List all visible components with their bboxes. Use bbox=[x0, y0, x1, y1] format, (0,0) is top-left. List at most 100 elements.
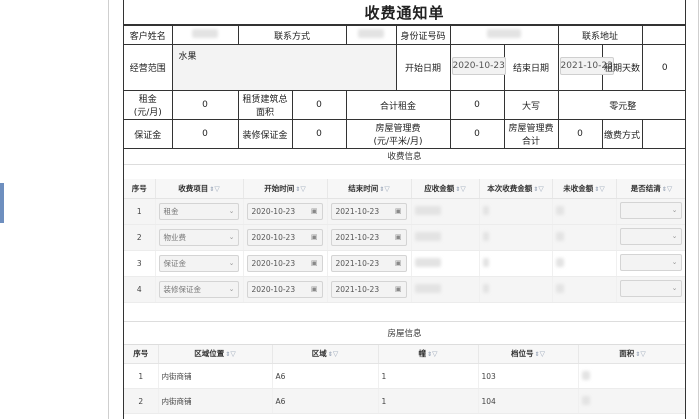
contact-value[interactable] bbox=[345, 25, 397, 45]
end-date-cell: 2021-10-23 bbox=[557, 44, 614, 91]
house-col-header[interactable]: 区域⇕▽ bbox=[272, 344, 379, 364]
id-number-label: 身份证号码 bbox=[395, 25, 451, 45]
filter-icon[interactable]: ▽ bbox=[667, 185, 672, 193]
current-amount[interactable] bbox=[479, 276, 553, 303]
current-amount[interactable] bbox=[479, 250, 553, 277]
table-row[interactable]: 3 保证金 ⌄ 2020-10-23 ▣ 2021-10-23 ▣ ⌄ bbox=[124, 250, 685, 277]
start-time-input[interactable]: 2020-10-23 ▣ bbox=[246, 202, 323, 220]
row-number: 2 bbox=[124, 224, 156, 251]
filter-icon[interactable]: ▽ bbox=[300, 185, 305, 193]
area-cell: A6 bbox=[272, 388, 379, 414]
fee-col-header[interactable]: 应收金额⇕▽ bbox=[411, 179, 480, 199]
calendar-icon: ▣ bbox=[310, 284, 318, 293]
customer-name-value[interactable] bbox=[171, 25, 239, 45]
stall-cell: 103 bbox=[478, 363, 579, 389]
fee-col-header[interactable]: 收费项目⇕▽ bbox=[155, 179, 244, 199]
settled-select[interactable]: ⌄ bbox=[619, 227, 682, 245]
unpaid-amount bbox=[552, 250, 617, 277]
left-panel-edge bbox=[0, 183, 4, 223]
fee-table-header: 序号 收费项目⇕▽ 开始时间⇕▽ 结束时间⇕▽ 应收金额⇕▽ 本次收费金额⇕▽ … bbox=[124, 179, 685, 199]
house-table: 序号 区域位置⇕▽ 区域⇕▽ 幢⇕▽ 档位号⇕▽ 面积⇕▽ 1 内街商铺 A6 … bbox=[124, 344, 685, 414]
calendar-icon: ▣ bbox=[394, 232, 402, 241]
fee-col-header[interactable]: 序号 bbox=[124, 179, 156, 199]
house-col-header[interactable]: 档位号⇕▽ bbox=[478, 344, 579, 364]
payment-label: 缴费方式 bbox=[601, 119, 643, 149]
area-value: 0 bbox=[291, 90, 347, 120]
chevron-down-icon: ⌄ bbox=[228, 284, 235, 293]
end-time-input[interactable]: 2021-10-23 ▣ bbox=[330, 228, 407, 246]
filter-icon[interactable]: ▽ bbox=[640, 350, 645, 358]
table-row[interactable]: 2 内街商铺 A6 1 104 bbox=[124, 388, 685, 414]
fee-item-select[interactable]: 物业费 ⌄ bbox=[158, 228, 239, 246]
receivable-amount bbox=[411, 276, 480, 303]
current-amount[interactable] bbox=[479, 224, 553, 251]
rent-label: 租金 (元/月) bbox=[124, 90, 173, 120]
table-row[interactable]: 2 物业费 ⌄ 2020-10-23 ▣ 2021-10-23 ▣ ⌄ bbox=[124, 224, 685, 251]
fee-col-header[interactable]: 是否结清⇕▽ bbox=[616, 179, 685, 199]
contact-label: 联系方式 bbox=[237, 25, 347, 45]
end-time-input[interactable]: 2021-10-23 ▣ bbox=[330, 202, 407, 220]
chevron-down-icon: ⌄ bbox=[671, 205, 678, 214]
row-number: 1 bbox=[124, 363, 159, 389]
scope-label: 经营范围 bbox=[124, 44, 173, 91]
house-col-header[interactable]: 序号 bbox=[124, 344, 159, 364]
filter-icon[interactable]: ▽ bbox=[384, 185, 389, 193]
receivable-amount bbox=[411, 250, 480, 277]
house-col-header[interactable]: 幢⇕▽ bbox=[378, 344, 479, 364]
building-cell: 1 bbox=[378, 388, 479, 414]
building-cell: 1 bbox=[378, 363, 479, 389]
address-value[interactable] bbox=[641, 25, 685, 45]
total-rent-label: 合计租金 bbox=[345, 90, 451, 120]
table-row[interactable]: 1 内街商铺 A6 1 103 bbox=[124, 363, 685, 389]
chevron-down-icon: ⌄ bbox=[671, 283, 678, 292]
current-amount[interactable] bbox=[479, 198, 553, 225]
end-time-input[interactable]: 2021-10-23 ▣ bbox=[330, 280, 407, 298]
fee-item-select[interactable]: 装修保证金 ⌄ bbox=[158, 280, 239, 298]
id-number-value[interactable] bbox=[449, 25, 559, 45]
fee-col-header[interactable]: 开始时间⇕▽ bbox=[243, 179, 328, 199]
row-number: 2 bbox=[124, 388, 159, 414]
chevron-down-icon: ⌄ bbox=[228, 206, 235, 215]
lease-days-value: 0 bbox=[641, 44, 685, 91]
settled-select[interactable]: ⌄ bbox=[619, 201, 682, 219]
filter-icon[interactable]: ▽ bbox=[432, 350, 437, 358]
house-table-header: 序号 区域位置⇕▽ 区域⇕▽ 幢⇕▽ 档位号⇕▽ 面积⇕▽ bbox=[124, 344, 685, 364]
start-date-input[interactable]: 2020-10-23 bbox=[451, 57, 506, 75]
fee-col-header[interactable]: 本次收费金额⇕▽ bbox=[479, 179, 553, 199]
filter-icon[interactable]: ▽ bbox=[230, 350, 235, 358]
settled-select[interactable]: ⌄ bbox=[619, 253, 682, 271]
start-date-label: 开始日期 bbox=[395, 44, 451, 91]
filter-icon[interactable]: ▽ bbox=[538, 185, 543, 193]
filter-icon[interactable]: ▽ bbox=[460, 185, 465, 193]
mgmt-fee-label: 房屋管理费 (元/平米/月) bbox=[345, 119, 451, 149]
scope-value[interactable]: 水果 bbox=[171, 44, 397, 91]
total-rent-value: 0 bbox=[449, 90, 505, 120]
house-col-header[interactable]: 面积⇕▽ bbox=[578, 344, 685, 364]
settled-select[interactable]: ⌄ bbox=[619, 279, 682, 297]
fee-item-select[interactable]: 租金 ⌄ bbox=[158, 202, 239, 220]
fee-item-select[interactable]: 保证金 ⌄ bbox=[158, 254, 239, 272]
reno-deposit-label: 装修保证金 bbox=[237, 119, 293, 149]
fee-col-header[interactable]: 结束时间⇕▽ bbox=[327, 179, 412, 199]
stall-cell: 104 bbox=[478, 388, 579, 414]
start-time-input[interactable]: 2020-10-23 ▣ bbox=[246, 280, 323, 298]
lease-days-label: 租期天数 bbox=[601, 44, 643, 91]
filter-icon[interactable]: ▽ bbox=[599, 185, 604, 193]
end-time-input[interactable]: 2021-10-23 ▣ bbox=[330, 254, 407, 272]
table-row[interactable]: 1 租金 ⌄ 2020-10-23 ▣ 2021-10-23 ▣ ⌄ bbox=[124, 198, 685, 225]
fee-col-header[interactable]: 未收金额⇕▽ bbox=[552, 179, 617, 199]
calendar-icon: ▣ bbox=[394, 206, 402, 215]
filter-icon[interactable]: ▽ bbox=[540, 350, 545, 358]
table-row[interactable]: 4 装修保证金 ⌄ 2020-10-23 ▣ 2021-10-23 ▣ ⌄ bbox=[124, 276, 685, 303]
size-cell bbox=[578, 363, 685, 389]
filter-icon[interactable]: ▽ bbox=[214, 185, 219, 193]
address-label: 联系地址 bbox=[557, 25, 643, 45]
filter-icon[interactable]: ▽ bbox=[333, 350, 338, 358]
start-time-input[interactable]: 2020-10-23 ▣ bbox=[246, 228, 323, 246]
payment-value[interactable] bbox=[641, 119, 685, 149]
notice-form: 客户姓名 联系方式 身份证号码 联系地址 经营范围 水果 开始日期 2020-1… bbox=[124, 25, 685, 149]
start-time-input[interactable]: 2020-10-23 ▣ bbox=[246, 254, 323, 272]
calendar-icon: ▣ bbox=[310, 258, 318, 267]
house-col-header[interactable]: 区域位置⇕▽ bbox=[158, 344, 273, 364]
